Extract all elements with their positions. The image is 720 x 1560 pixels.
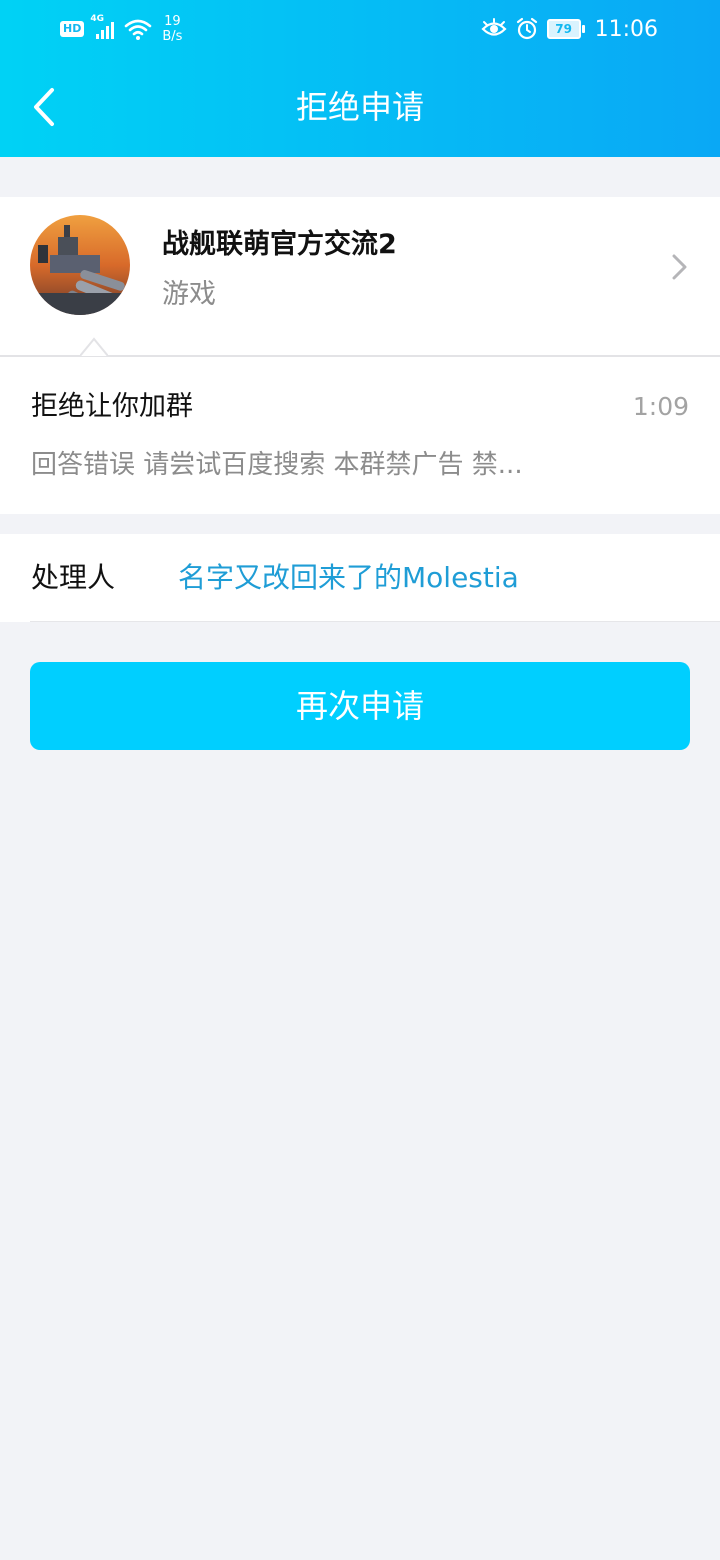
status-time: 11:06 [594, 16, 658, 42]
group-name: 战舰联萌官方交流2 [162, 229, 397, 260]
status-bar: HD 4G 19 B/s 79 11:06 [0, 0, 720, 56]
page-title: 拒绝申请 [295, 88, 424, 126]
group-category: 游戏 [162, 279, 216, 310]
row-divider [30, 621, 720, 622]
reapply-button[interactable]: 再次申请 [30, 662, 690, 750]
chevron-right-icon [672, 254, 687, 280]
rejection-card: 拒绝让你加群 1:09 回答错误 请尝试百度搜索 本群禁广告 禁... [0, 357, 720, 514]
speed-unit: B/s [162, 29, 183, 44]
header-bar: HD 4G 19 B/s 79 11:06 拒绝申请 [0, 0, 720, 157]
battery-icon: 79 [546, 19, 585, 39]
speed-value: 19 [164, 14, 181, 29]
network-speed: 19 B/s [162, 14, 182, 44]
rejection-time: 1:09 [632, 392, 689, 421]
status-right: 79 11:06 [481, 12, 658, 46]
handler-row: 处理人 名字又改回来了的Molestia [0, 534, 720, 622]
handler-name[interactable]: 名字又改回来了的Molestia [178, 558, 519, 598]
pointer-notch [80, 337, 108, 357]
rejection-title: 拒绝让你加群 [31, 391, 193, 422]
battleship-avatar [30, 215, 130, 315]
group-info-card[interactable]: 战舰联萌官方交流2 游戏 [0, 197, 720, 355]
eye-icon [481, 18, 507, 36]
rejection-reason: 回答错误 请尝试百度搜索 本群禁广告 禁... [31, 450, 523, 480]
hd-icon: HD [60, 21, 85, 37]
wifi-icon [125, 19, 152, 40]
alarm-icon [516, 17, 537, 40]
handler-label: 处理人 [31, 561, 116, 594]
signal-icon: 4G [90, 14, 118, 42]
status-left: HD 4G 19 B/s [60, 12, 182, 46]
